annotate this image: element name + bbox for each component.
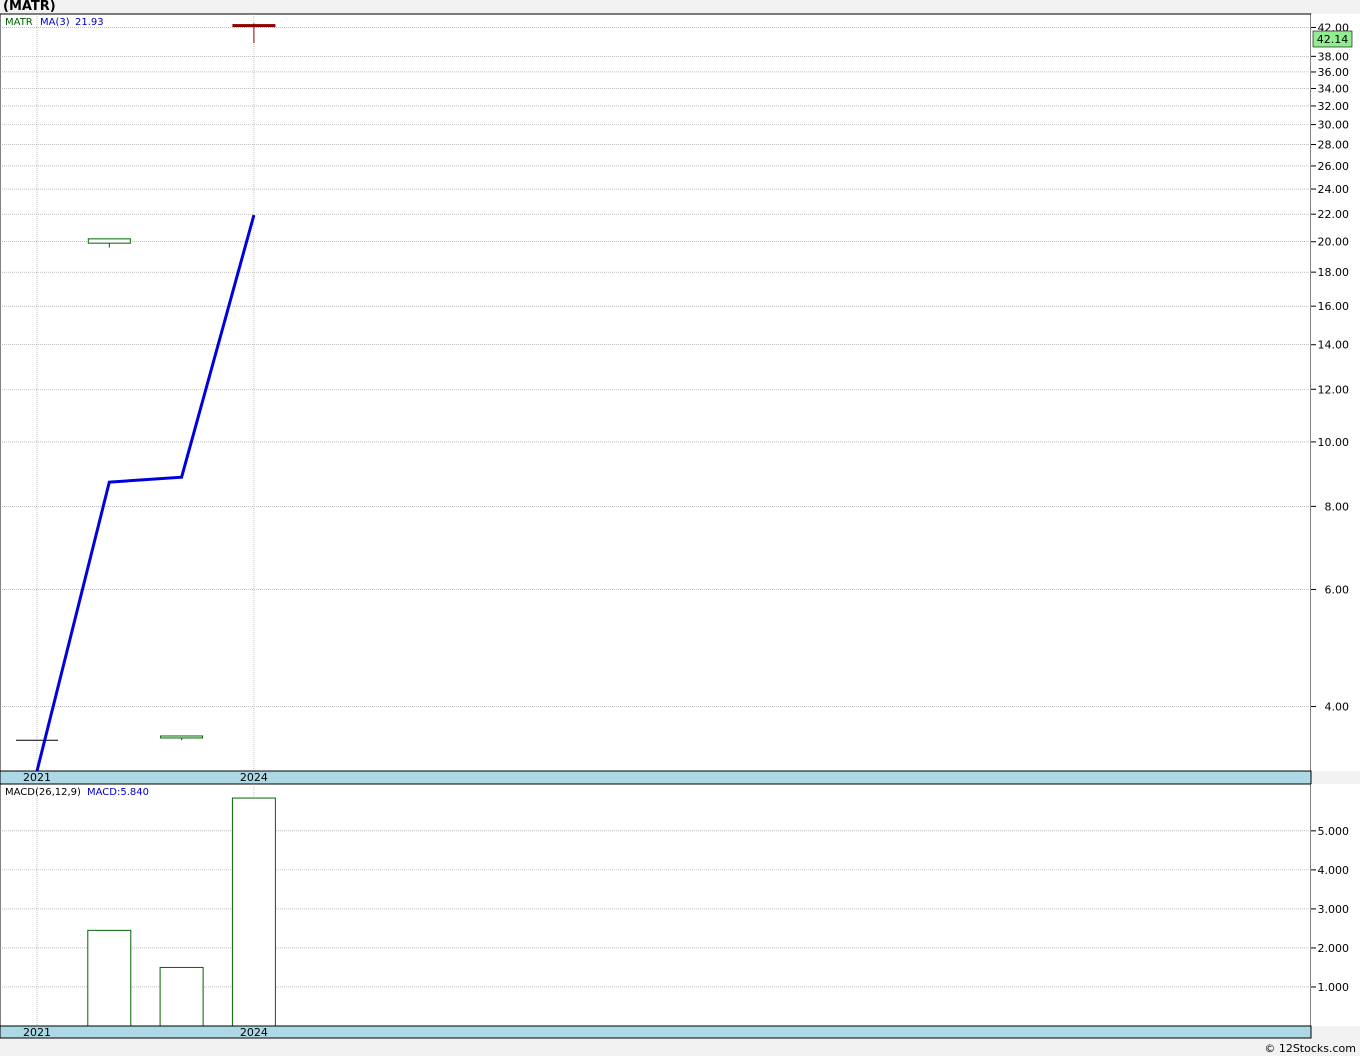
macd-tick-label: 5.000	[1318, 825, 1350, 838]
price-tick-label: 30.00	[1318, 119, 1350, 132]
price-tick-label: 22.00	[1318, 208, 1350, 221]
price-tick-label: 24.00	[1318, 183, 1350, 196]
price-tick-label: 10.00	[1318, 436, 1350, 449]
macd-tick-label: 3.000	[1318, 903, 1350, 916]
price-tick-label: 38.00	[1318, 50, 1350, 63]
macd-tick-label: 2.000	[1318, 942, 1350, 955]
macd-tick-label: 4.000	[1318, 864, 1350, 877]
macd-legend-name: MACD(26,12,9)	[5, 787, 81, 798]
candle-body	[160, 735, 204, 739]
price-plot-area	[0, 13, 1312, 772]
price-x-tick-label: 2021	[23, 771, 51, 784]
price-tick-label: 16.00	[1318, 300, 1350, 313]
price-tick-label: 14.00	[1318, 339, 1350, 352]
price-tick-label: 18.00	[1318, 266, 1350, 279]
price-tick-label: 28.00	[1318, 139, 1350, 152]
price-tick-label: 6.00	[1325, 583, 1350, 596]
price-x-axis-band	[0, 770, 1312, 785]
price-tick-label: 26.00	[1318, 160, 1350, 173]
price-x-tick-label: 2024	[240, 771, 268, 784]
price-panel: 4.00 6.00 8.00 10.00 12.00 14.00 16.00 18.00 20.…	[0, 13, 1360, 785]
macd-x-tick-label: 2021	[23, 1026, 51, 1039]
price-tick-label: 36.00	[1318, 66, 1350, 79]
candle-body	[87, 238, 131, 244]
macd-bar	[87, 929, 132, 1027]
macd-bar	[231, 797, 276, 1027]
chart-canvas: 4.00 6.00 8.00 10.00 12.00 14.00 16.00 18.00 20.…	[0, 13, 1360, 1039]
macd-legend-value: MACD:5.840	[87, 787, 149, 798]
macd-tick-label: 1.000	[1318, 981, 1350, 994]
legend-ma-value: 21.93	[75, 17, 104, 28]
legend-ticker: MATR	[5, 17, 33, 28]
macd-x-axis-band	[0, 1025, 1312, 1039]
macd-panel: 1.000 2.000 3.000 4.000 5.000 2021 2024 MACD(…	[0, 783, 1360, 1039]
macd-x-tick-label: 2024	[240, 1026, 268, 1039]
candle-body	[232, 24, 276, 28]
price-tick-label: 32.00	[1318, 100, 1350, 113]
price-legend: MATR MA(3) 21.93	[5, 17, 104, 28]
price-tick-label: 34.00	[1318, 82, 1350, 95]
price-tick-label: 20.00	[1318, 236, 1350, 249]
price-tick-label: 12.00	[1318, 383, 1350, 396]
macd-legend: MACD(26,12,9) MACD:5.840	[5, 787, 149, 798]
macd-bar	[159, 966, 204, 1027]
last-price-label: 42.14	[1317, 33, 1349, 46]
credit-text: © 12Stocks.com	[1264, 1042, 1356, 1055]
price-tick-label: 8.00	[1325, 500, 1350, 513]
last-price-tag: 42.14	[1312, 30, 1353, 48]
price-tick-label: 4.00	[1325, 701, 1350, 714]
legend-ma-label: MA(3)	[40, 17, 70, 28]
